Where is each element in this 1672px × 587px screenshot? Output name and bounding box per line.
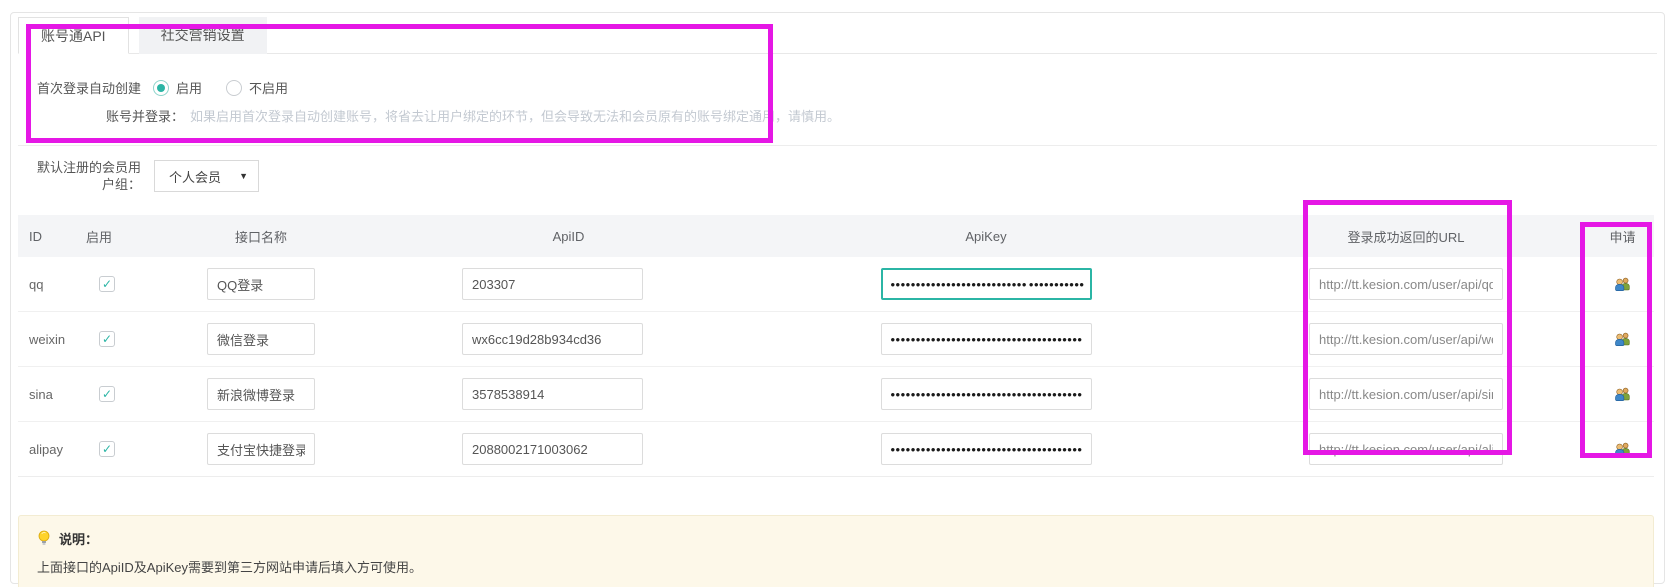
check-icon: ✓ — [102, 333, 112, 345]
return-url-input[interactable] — [1309, 433, 1503, 465]
row-id: weixin — [18, 332, 78, 347]
api-table: ID 启用 接口名称 ApiID ApiKey 登录成功返回的URL 申请 qq… — [18, 215, 1654, 477]
row-id: alipay — [18, 442, 78, 457]
apply-users-icon[interactable] — [1614, 331, 1631, 347]
auto-create-label-line2: 账号并登录： — [106, 106, 184, 125]
settings-card: 账号通API 社交营销设置 首次登录自动创建 启用 不启用 账号并登 — [10, 12, 1665, 584]
lightbulb-icon — [37, 530, 51, 547]
return-url-input[interactable] — [1309, 323, 1503, 355]
table-row-sina: sina ✓ •••••••••••••••••••••••••••••••••… — [18, 367, 1654, 422]
interface-name-input[interactable] — [207, 323, 315, 355]
check-icon: ✓ — [102, 278, 112, 290]
return-url-input[interactable] — [1309, 268, 1503, 300]
table-row-qq: qq ✓ •••••••••••••••••••••••••••••••••••… — [18, 257, 1654, 312]
header-apply: 申请 — [1591, 227, 1654, 246]
default-group-label-line1: 默认注册的会员用 — [18, 159, 141, 176]
header-apiid: ApiID — [386, 229, 751, 244]
enable-checkbox[interactable]: ✓ — [99, 386, 115, 402]
tab-account-api[interactable]: 账号通API — [18, 17, 129, 54]
chevron-down-icon: ▼ — [239, 171, 248, 181]
member-group-selected-value: 个人会员 — [169, 167, 221, 186]
header-apikey: ApiKey — [751, 229, 1221, 244]
check-icon: ✓ — [102, 443, 112, 455]
radio-enabled-icon[interactable] — [153, 80, 169, 96]
row-id: sina — [18, 387, 78, 402]
masked-dots: ••••••••••• — [1029, 278, 1085, 291]
auto-create-radio-group: 启用 不启用 — [153, 78, 288, 97]
header-return-url: 登录成功返回的URL — [1221, 227, 1591, 246]
note-body-text: 上面接口的ApiID及ApiKey需要到第三方网站申请后填入方可使用。 — [37, 557, 1635, 576]
radio-option-enable[interactable]: 启用 — [153, 78, 202, 97]
note-title-text: 说明： — [59, 529, 98, 548]
masked-dots: •••••••••••••••••••••••••••••••••••••• — [891, 388, 1083, 401]
apikey-input[interactable]: •••••••••••••••••••••••••••••••••••••• — [881, 433, 1092, 465]
header-id: ID — [18, 229, 78, 244]
masked-dots: •••••••••••••••••••••••••••••••••••••• — [891, 333, 1083, 346]
masked-dots: ••••••••••••••••••••••••••• — [891, 278, 1027, 291]
member-group-select[interactable]: 个人会员 ▼ — [154, 160, 259, 192]
auto-create-section: 首次登录自动创建 启用 不启用 账号并登录： 如果启用首次登录自动创建账号，将省… — [18, 54, 1657, 146]
settings-page: 账号通API 社交营销设置 首次登录自动创建 启用 不启用 账号并登 — [0, 0, 1672, 587]
tabbar: 账号通API 社交营销设置 — [18, 17, 1657, 54]
enable-checkbox[interactable]: ✓ — [99, 331, 115, 347]
enable-checkbox[interactable]: ✓ — [99, 276, 115, 292]
check-icon: ✓ — [102, 388, 112, 400]
apply-users-icon[interactable] — [1614, 441, 1631, 457]
radio-enable-label: 启用 — [176, 78, 202, 97]
masked-dots: •••••••••••••••••••••••••••••••••••••• — [891, 443, 1083, 456]
apikey-input[interactable]: •••••••••••••••••••••••••••••••••••••• — [881, 378, 1092, 410]
apiid-input[interactable] — [462, 268, 643, 300]
table-row-alipay: alipay ✓ •••••••••••••••••••••••••••••••… — [18, 422, 1654, 477]
apply-users-icon[interactable] — [1614, 386, 1631, 402]
header-enable: 启用 — [78, 227, 136, 246]
apikey-input-focused[interactable]: •••••••••••••••••••••••••••••••••••••• — [881, 268, 1092, 300]
tab-social-marketing[interactable]: 社交营销设置 — [139, 17, 267, 54]
enable-checkbox[interactable]: ✓ — [99, 441, 115, 457]
return-url-input[interactable] — [1309, 378, 1503, 410]
radio-disable-label: 不启用 — [249, 78, 288, 97]
table-header-row: ID 启用 接口名称 ApiID ApiKey 登录成功返回的URL 申请 — [18, 215, 1654, 257]
note-box: 说明： 上面接口的ApiID及ApiKey需要到第三方网站申请后填入方可使用。 — [18, 515, 1654, 587]
default-member-group-row: 默认注册的会员用 户组： 个人会员 ▼ — [18, 146, 1657, 207]
row-id: qq — [18, 277, 78, 292]
apply-users-icon[interactable] — [1614, 276, 1631, 292]
header-name: 接口名称 — [136, 227, 386, 246]
apiid-input[interactable] — [462, 323, 643, 355]
radio-option-disable[interactable]: 不启用 — [226, 78, 288, 97]
radio-disabled-icon[interactable] — [226, 80, 242, 96]
apiid-input[interactable] — [462, 378, 643, 410]
apiid-input[interactable] — [462, 433, 643, 465]
default-group-label-line2: 户组： — [18, 176, 141, 193]
auto-create-hint: 如果启用首次登录自动创建账号，将省去让用户绑定的环节，但会导致无法和会员原有的账… — [190, 106, 840, 125]
table-row-weixin: weixin ✓ •••••••••••••••••••••••••••••••… — [18, 312, 1654, 367]
interface-name-input[interactable] — [207, 378, 315, 410]
default-group-label: 默认注册的会员用 户组： — [18, 159, 141, 193]
apikey-input[interactable]: •••••••••••••••••••••••••••••••••••••• — [881, 323, 1092, 355]
auto-create-label-line1: 首次登录自动创建 — [18, 78, 141, 97]
interface-name-input[interactable] — [207, 433, 315, 465]
interface-name-input[interactable] — [207, 268, 315, 300]
